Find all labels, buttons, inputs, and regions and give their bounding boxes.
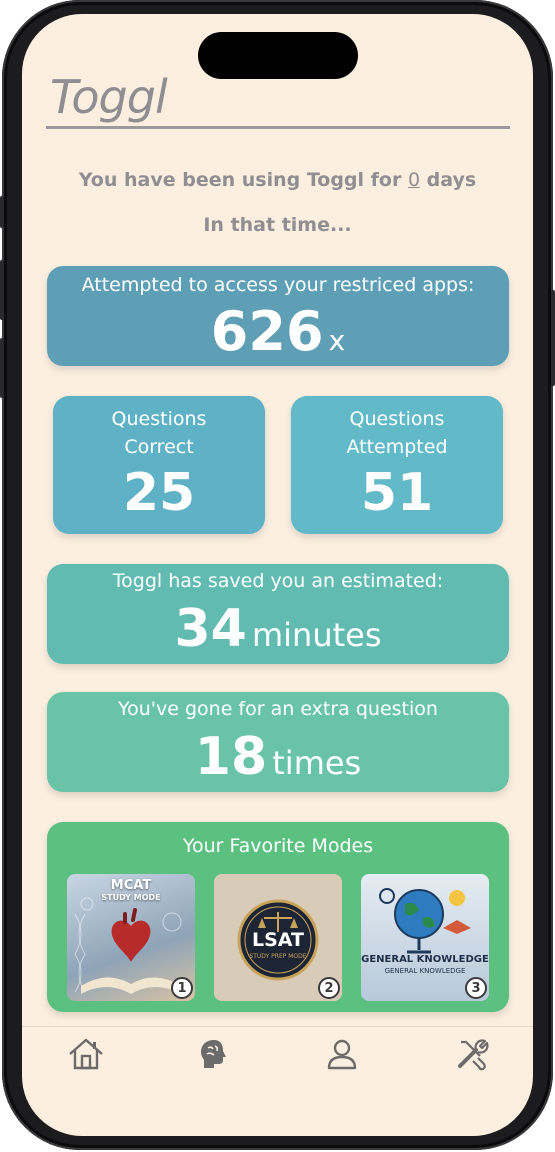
gk-art-title: GENERAL KNOWLEDGE bbox=[361, 954, 489, 965]
restricted-apps-unit: x bbox=[328, 324, 346, 357]
home-icon bbox=[69, 1038, 103, 1070]
favorite-modes-title: Your Favorite Modes bbox=[182, 835, 374, 857]
time-saved-label: Toggl has saved you an estimated: bbox=[112, 570, 444, 592]
questions-correct-label-1: Questions bbox=[111, 408, 207, 430]
app-screen: Toggl You have been using Toggl for 0 da… bbox=[22, 14, 533, 1136]
tab-bar-divider bbox=[22, 1026, 533, 1027]
mode-tile-mcat[interactable]: MCAT STUDY MODE 1 bbox=[67, 874, 195, 1001]
app-title: Toggl bbox=[50, 70, 168, 124]
side-button-volume-up bbox=[0, 260, 4, 320]
questions-attempted-card: Questions Attempted 51 bbox=[291, 396, 503, 534]
usage-suffix: days bbox=[420, 169, 477, 191]
brain-icon bbox=[201, 1040, 226, 1068]
mode-rank-badge-1: 1 bbox=[171, 977, 193, 999]
questions-correct-label-2: Correct bbox=[124, 436, 194, 458]
questions-correct-card: Questions Correct 25 bbox=[53, 396, 265, 534]
mcat-art-subtitle: STUDY MODE bbox=[101, 893, 161, 902]
usage-days-count: 0 bbox=[407, 169, 421, 191]
mode-rank-badge-2: 2 bbox=[318, 977, 340, 999]
mcat-art-title: MCAT bbox=[110, 878, 152, 893]
extra-question-label: You've gone for an extra question bbox=[118, 698, 438, 720]
usage-prefix: You have been using Toggl for bbox=[78, 169, 408, 191]
person-icon bbox=[327, 1039, 357, 1070]
restricted-apps-count: 626 bbox=[210, 300, 324, 363]
mode-tile-lsat[interactable]: LSAT STUDY PREP MODE 2 bbox=[214, 874, 342, 1001]
lsat-art-title: LSAT bbox=[252, 929, 304, 951]
tab-tools[interactable] bbox=[452, 1034, 492, 1074]
questions-correct-count: 25 bbox=[122, 463, 196, 523]
dynamic-island bbox=[198, 32, 358, 79]
extra-question-unit: times bbox=[272, 744, 362, 782]
lsat-art-subtitle: STUDY PREP MODE bbox=[249, 953, 307, 960]
tab-profile[interactable] bbox=[322, 1034, 362, 1074]
questions-attempted-count: 51 bbox=[360, 463, 434, 523]
tab-brain[interactable] bbox=[194, 1034, 234, 1074]
side-button-power bbox=[551, 290, 555, 386]
restricted-apps-label: Attempted to access your restriced apps: bbox=[81, 274, 475, 296]
time-saved-value: 34 bbox=[174, 599, 247, 659]
tab-home[interactable] bbox=[66, 1034, 106, 1074]
title-divider bbox=[46, 126, 510, 129]
favorite-modes-card: Your Favorite Modes MCAT STUDY MODE 1 LS… bbox=[47, 822, 509, 1012]
usage-duration-text: You have been using Toggl for 0 days bbox=[22, 169, 533, 191]
side-button-action bbox=[0, 196, 4, 228]
mode-tile-general-knowledge[interactable]: GENERAL KNOWLEDGE GENERAL KNOWLEDGE 3 bbox=[361, 874, 489, 1001]
restricted-apps-card: Attempted to access your restriced apps:… bbox=[47, 266, 509, 366]
in-that-time-text: In that time... bbox=[203, 214, 352, 236]
extra-question-count: 18 bbox=[194, 727, 268, 787]
time-saved-card: Toggl has saved you an estimated: 34 min… bbox=[47, 564, 509, 664]
gk-art-subtitle: GENERAL KNOWLEDGE bbox=[384, 967, 466, 975]
questions-attempted-label-2: Attempted bbox=[346, 436, 448, 458]
time-saved-unit: minutes bbox=[251, 616, 382, 654]
mode-rank-badge-3: 3 bbox=[465, 977, 487, 999]
extra-question-card: You've gone for an extra question 18 tim… bbox=[47, 692, 509, 792]
tools-icon bbox=[458, 1039, 489, 1071]
questions-attempted-label-1: Questions bbox=[349, 408, 445, 430]
side-button-volume-down bbox=[0, 338, 4, 398]
